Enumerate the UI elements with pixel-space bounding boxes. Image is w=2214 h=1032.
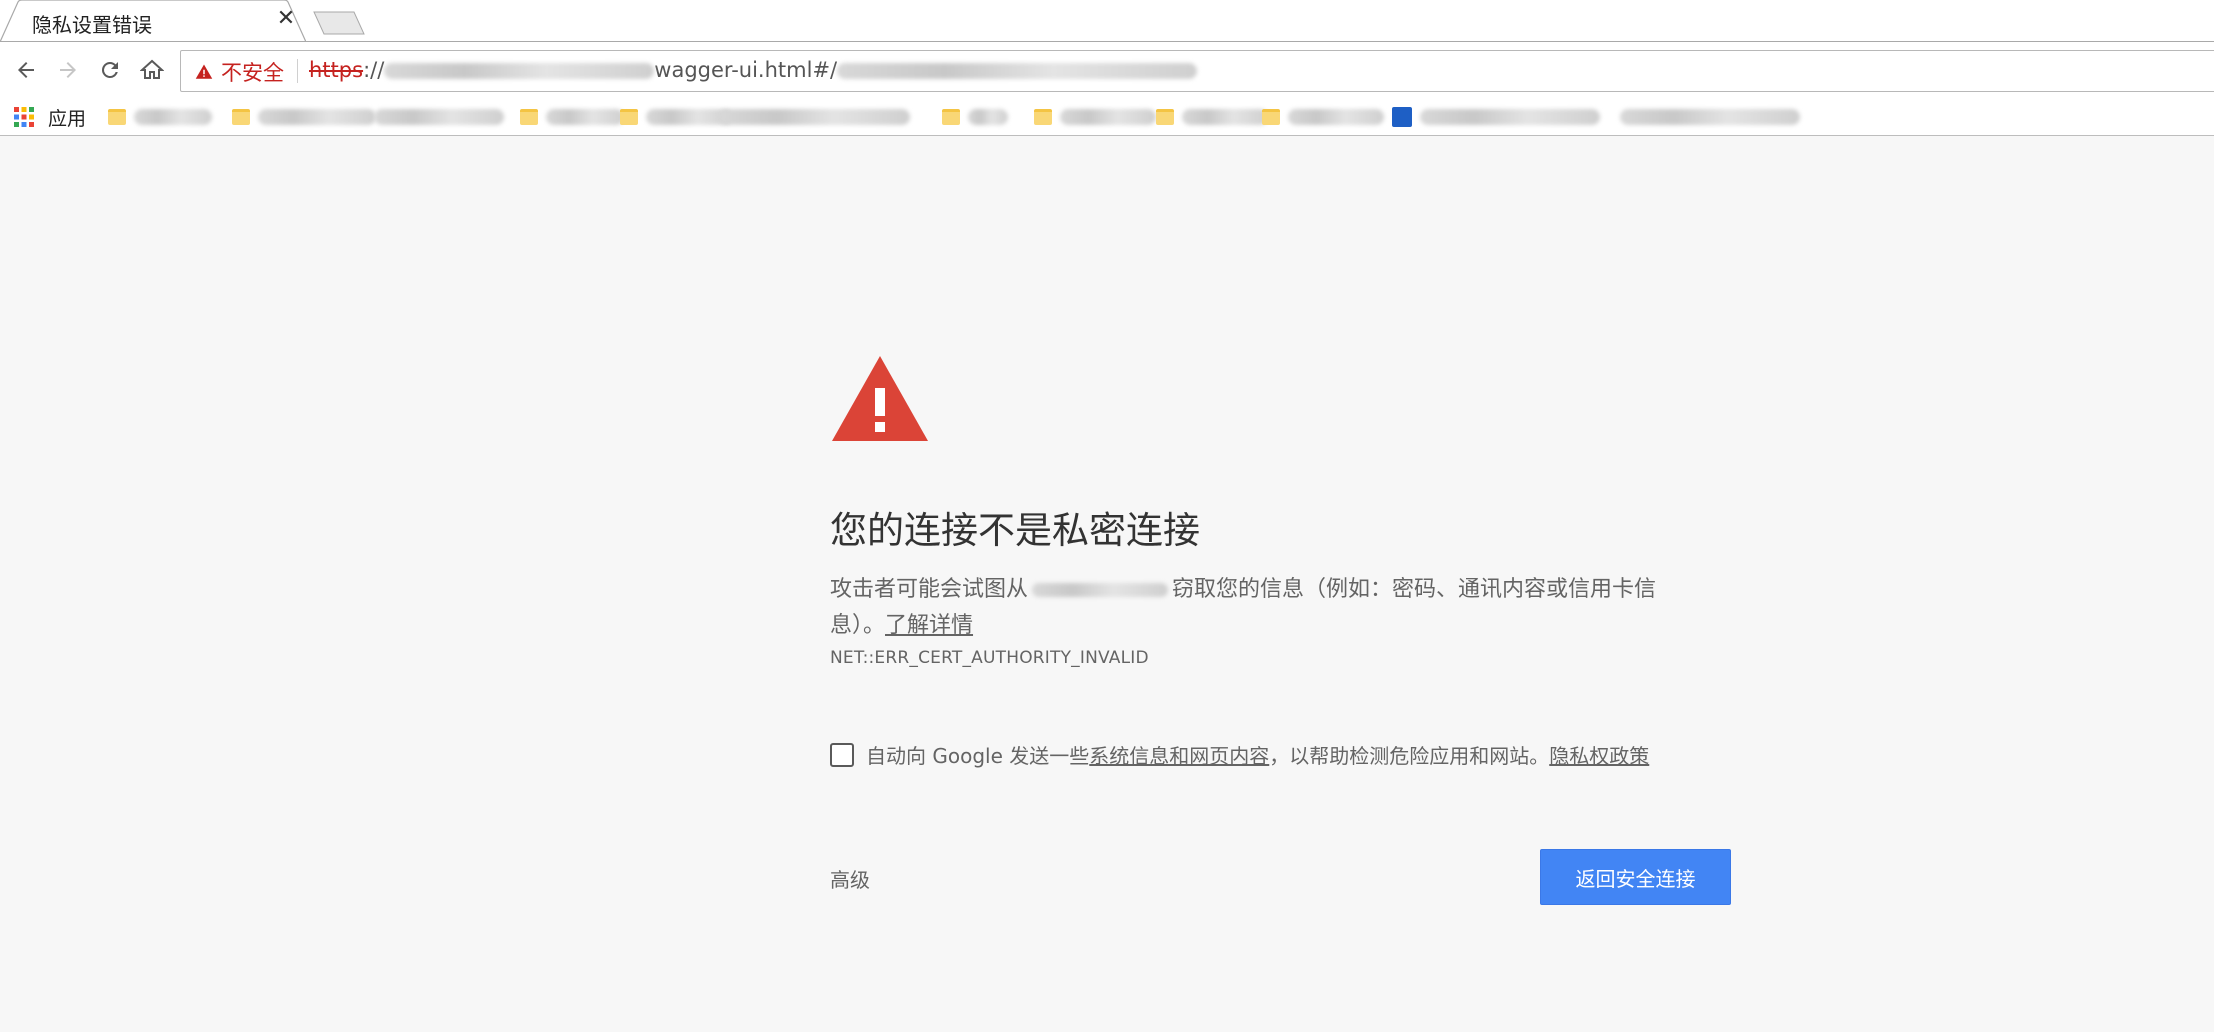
new-tab-icon — [313, 11, 365, 35]
apps-label: 应用 — [48, 107, 87, 130]
redacted-bookmark — [1182, 109, 1268, 125]
advanced-button[interactable]: 高级 — [830, 864, 870, 893]
toolbar: 不安全 https:// wagger-ui.html#/ — [0, 42, 2214, 98]
site-favicon-icon — [1392, 107, 1412, 127]
explanation-prefix: 攻击者可能会试图从 — [830, 577, 1029, 602]
bookmark-item[interactable] — [1392, 104, 1600, 130]
home-icon — [140, 59, 164, 79]
url-path: wagger-ui.html#/ — [654, 58, 838, 82]
redacted-path — [837, 63, 1198, 79]
report-text: 自动向 Google 发送一些系统信息和网页内容，以帮助检测危险应用和网站。隐私… — [866, 740, 1649, 769]
tab-strip: 隐私设置错误 ✕ — [0, 0, 2214, 42]
bookmarks-bar: 应用 — [0, 98, 2214, 136]
new-tab-button[interactable] — [312, 10, 366, 36]
redacted-host — [384, 63, 655, 79]
reload-button[interactable] — [92, 52, 128, 88]
report-middle: ，以帮助检测危险应用和网站。 — [1269, 744, 1550, 768]
redacted-bookmark — [1060, 109, 1156, 125]
folder-icon — [520, 109, 538, 125]
folder-icon — [1034, 109, 1052, 125]
folder-icon — [620, 109, 638, 125]
folder-icon — [232, 109, 250, 125]
warning-small-icon — [195, 64, 213, 79]
close-icon[interactable]: ✕ — [274, 7, 298, 31]
redacted-bookmark — [1620, 109, 1800, 125]
folder-icon — [942, 109, 960, 125]
tab-title: 隐私设置错误 — [32, 13, 152, 37]
redacted-bookmark — [1420, 109, 1600, 125]
redacted-bookmark — [134, 109, 212, 125]
url-scheme: https — [309, 58, 364, 82]
page-title: 您的连接不是私密连接 — [830, 509, 1200, 552]
back-to-safety-button[interactable]: 返回安全连接 — [1540, 849, 1731, 905]
report-prefix: 自动向 Google 发送一些 — [866, 744, 1090, 768]
folder-icon — [108, 109, 126, 125]
bookmark-item[interactable] — [1034, 104, 1156, 130]
bookmark-item[interactable] — [1262, 104, 1384, 130]
report-option: 自动向 Google 发送一些系统信息和网页内容，以帮助检测危险应用和网站。隐私… — [830, 740, 1730, 769]
arrow-left-icon — [18, 62, 34, 78]
redacted-bookmark — [1288, 109, 1384, 125]
explanation-text: 攻击者可能会试图从 窃取您的信息（例如：密码、通讯内容或信用卡信息）。了解详情 — [830, 572, 1710, 644]
apps-grid-icon — [14, 107, 34, 127]
security-label: 不安全 — [221, 61, 284, 85]
warning-triangle-icon — [832, 356, 928, 441]
home-button[interactable] — [134, 52, 170, 88]
redacted-bookmark — [968, 109, 1008, 125]
report-checkbox[interactable] — [830, 742, 854, 767]
bookmark-apps[interactable]: 应用 — [14, 104, 86, 130]
security-separator — [297, 59, 298, 83]
redacted-domain — [1032, 583, 1169, 597]
bookmark-item[interactable] — [1620, 104, 1800, 130]
privacy-policy-link[interactable]: 隐私权政策 — [1549, 744, 1649, 768]
learn-more-link[interactable]: 了解详情 — [885, 613, 973, 638]
security-indicator[interactable]: 不安全 — [195, 59, 284, 85]
system-info-link[interactable]: 系统信息和网页内容 — [1089, 744, 1269, 768]
redacted-bookmark — [258, 109, 376, 125]
error-code: NET::ERR_CERT_AUTHORITY_INVALID — [830, 648, 1149, 668]
redacted-bookmark — [374, 109, 504, 125]
url-separator: :// — [363, 58, 385, 82]
address-bar[interactable]: 不安全 https:// wagger-ui.html#/ — [180, 50, 2214, 92]
bookmark-item[interactable] — [1156, 104, 1268, 130]
bookmark-item[interactable] — [520, 104, 624, 130]
bookmark-item[interactable] — [942, 104, 1008, 130]
bookmark-item[interactable] — [232, 104, 376, 130]
url-text: https:// wagger-ui.html#/ — [309, 58, 1198, 82]
bookmark-item[interactable] — [720, 104, 910, 130]
back-button[interactable] — [8, 52, 44, 88]
arrow-right-icon — [60, 62, 76, 78]
bookmark-item[interactable] — [108, 104, 212, 130]
folder-icon — [1156, 109, 1174, 125]
folder-icon — [1262, 109, 1280, 125]
forward-button[interactable] — [50, 52, 86, 88]
bookmark-item[interactable] — [374, 104, 504, 130]
redacted-bookmark — [720, 109, 910, 125]
bookmark-item[interactable] — [620, 104, 732, 130]
redacted-bookmark — [546, 109, 624, 125]
tab-active[interactable]: 隐私设置错误 ✕ — [0, 0, 306, 42]
reload-icon — [102, 62, 118, 78]
